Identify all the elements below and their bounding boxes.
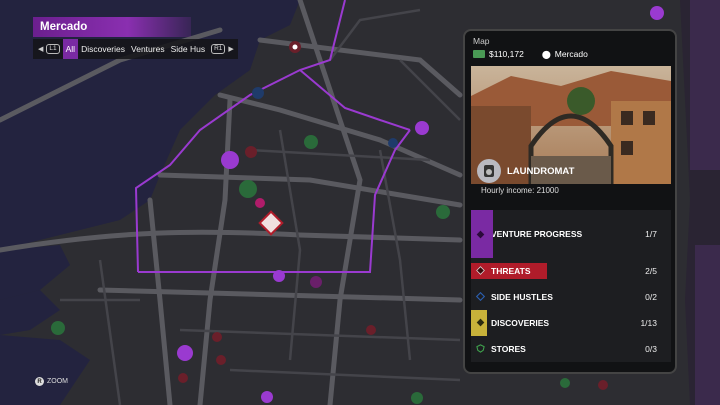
row-count: 0/3 xyxy=(645,344,657,354)
cash-amount: $110,172 xyxy=(489,49,524,59)
row-count: 1/7 xyxy=(645,229,657,239)
map-filter-bar: ◀ L1 All Discoveries Ventures Side Hus R… xyxy=(33,39,238,59)
diamond-icon xyxy=(476,292,485,301)
panel-meta: $110,172 ⬤ Mercado xyxy=(473,49,667,59)
chevron-left-icon[interactable]: ◀ xyxy=(38,45,43,53)
row-label: DISCOVERIES xyxy=(491,318,550,328)
shield-icon xyxy=(476,344,485,353)
laundromat-icon xyxy=(477,159,501,183)
row-venture-progress[interactable]: VENTURE PROGRESS 1/7 xyxy=(471,210,671,258)
row-threats[interactable]: THREATS 2/5 xyxy=(471,258,671,284)
cash-icon xyxy=(473,50,485,58)
row-discoveries[interactable]: DISCOVERIES 1/13 xyxy=(471,310,671,336)
diamond-icon xyxy=(476,266,485,275)
filter-all[interactable]: All xyxy=(62,39,79,59)
zoom-label: ZOOM xyxy=(47,378,68,385)
diamond-icon xyxy=(476,318,485,327)
hourly-income: Hourly income: 21000 xyxy=(481,186,559,195)
location-pin-icon: ⬤ xyxy=(541,49,551,59)
row-count: 1/13 xyxy=(640,318,657,328)
region-title: Mercado xyxy=(40,21,88,33)
chevron-right-icon[interactable]: ▶ xyxy=(228,45,233,53)
location-name: Mercado xyxy=(554,49,588,59)
l1-button-hint: L1 xyxy=(46,44,60,54)
progress-list: VENTURE PROGRESS 1/7 THREATS 2/5 SIDE HU… xyxy=(471,210,671,362)
row-label: THREATS xyxy=(491,266,531,276)
venture-header: LAUNDROMAT xyxy=(477,159,574,183)
row-stores[interactable]: STORES 0/3 xyxy=(471,336,671,362)
venture-name: LAUNDROMAT xyxy=(507,165,575,177)
row-label: VENTURE PROGRESS xyxy=(491,229,583,239)
row-side-hustles[interactable]: SIDE HUSTLES 0/2 xyxy=(471,284,671,310)
filter-ventures[interactable]: Ventures xyxy=(128,39,168,59)
panel-title: Map xyxy=(473,36,490,46)
r-button-icon: R xyxy=(35,377,44,386)
panel-header: Map $110,172 ⬤ Mercado xyxy=(465,31,675,67)
r1-button-hint: R1 xyxy=(211,44,226,54)
filter-discoveries[interactable]: Discoveries xyxy=(78,39,128,59)
venture-info-panel: Map $110,172 ⬤ Mercado LAUNDROMAT Hourly… xyxy=(463,29,677,374)
zoom-hint: R ZOOM xyxy=(35,377,68,386)
region-title-bar: Mercado xyxy=(33,17,191,37)
row-count: 0/2 xyxy=(645,292,657,302)
diamond-icon xyxy=(476,230,485,239)
filter-side-hustles[interactable]: Side Hus xyxy=(168,39,209,59)
row-count: 2/5 xyxy=(645,266,657,276)
row-label: SIDE HUSTLES xyxy=(491,292,553,302)
row-label: STORES xyxy=(491,344,526,354)
